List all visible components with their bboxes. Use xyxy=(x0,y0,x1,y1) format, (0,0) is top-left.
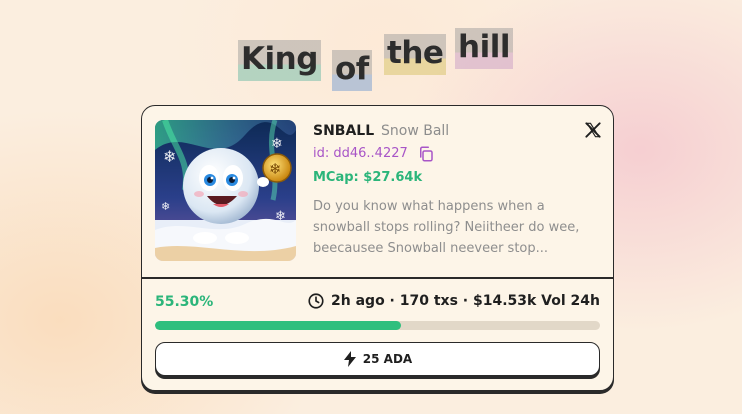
coin-description: Do you know what happens when a snowball… xyxy=(313,199,580,256)
coin-card-header[interactable]: ❄ ❄ ❄ ❄ ❄ SNBALL Snow Ball id: dd46..422… xyxy=(142,106,613,277)
coin-image: ❄ ❄ ❄ ❄ ❄ xyxy=(155,120,296,261)
clock-icon xyxy=(308,293,324,309)
svg-text:❄: ❄ xyxy=(275,209,286,224)
svg-text:❄: ❄ xyxy=(163,147,176,166)
snowball-mascot-image: ❄ ❄ ❄ ❄ ❄ xyxy=(155,120,296,261)
coin-ticker: SNBALL xyxy=(313,123,375,139)
title-word: King xyxy=(238,40,321,81)
copy-icon[interactable] xyxy=(417,145,435,163)
progress-percent: 55.30% xyxy=(155,294,214,310)
bonding-progress-bar xyxy=(155,321,600,330)
quick-buy-label: 25 ADA xyxy=(362,352,413,366)
lightning-bolt-icon xyxy=(343,351,356,367)
svg-text:❄: ❄ xyxy=(271,136,283,152)
title-word: the xyxy=(384,34,447,75)
coin-card[interactable]: ❄ ❄ ❄ ❄ ❄ SNBALL Snow Ball id: dd46..422… xyxy=(141,105,614,391)
stats-text: 2h ago · 170 txs · $14.53k Vol 24h xyxy=(331,293,600,309)
bonding-progress-fill xyxy=(155,321,402,330)
svg-text:❄: ❄ xyxy=(161,200,170,213)
market-cap: MCap: $27.64k xyxy=(313,170,423,185)
coin-name: Snow Ball xyxy=(381,123,450,139)
coin-stats: 2h ago · 170 txs · $14.53k Vol 24h xyxy=(307,292,600,310)
title-word: of xyxy=(332,50,372,91)
king-of-the-hill-title: King of the hill xyxy=(0,26,742,91)
x-twitter-icon[interactable] xyxy=(583,120,603,140)
quick-buy-button[interactable]: 25 ADA xyxy=(155,342,600,376)
card-divider xyxy=(142,277,613,279)
coin-id: id: dd46..4227 xyxy=(313,146,408,161)
svg-text:❄: ❄ xyxy=(269,160,282,178)
title-word: hill xyxy=(455,28,513,69)
